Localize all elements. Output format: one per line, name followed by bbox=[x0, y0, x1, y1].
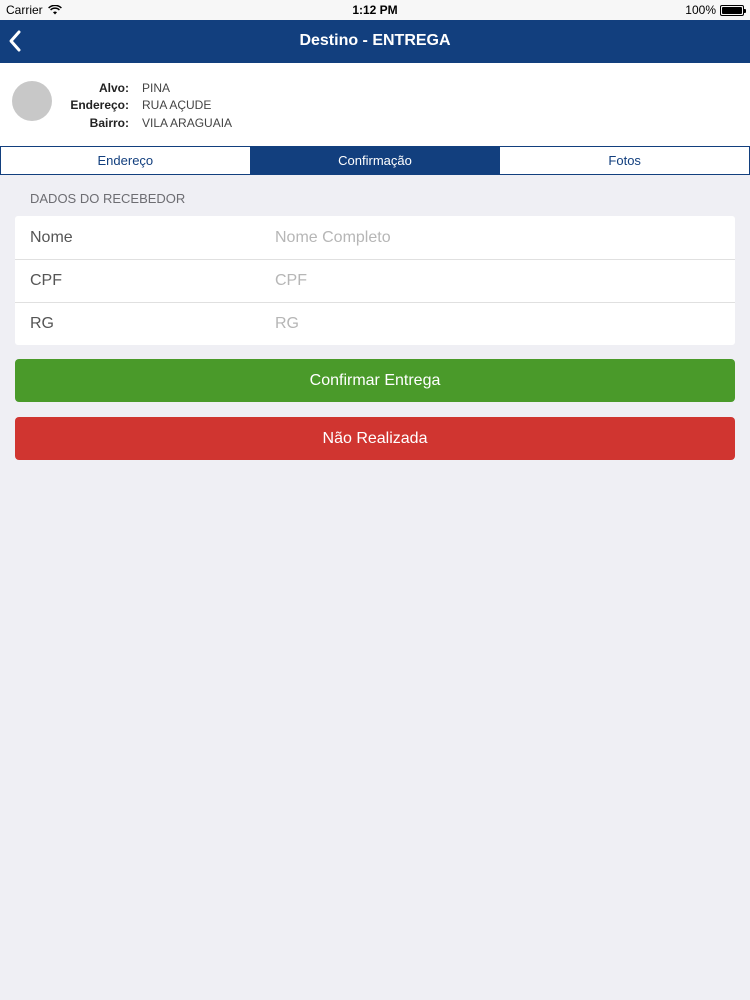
nome-label: Nome bbox=[30, 228, 73, 246]
endereco-label: Endereço: bbox=[70, 98, 129, 112]
confirm-delivery-button[interactable]: Confirmar Entrega bbox=[15, 359, 735, 402]
not-delivered-button[interactable]: Não Realizada bbox=[15, 417, 735, 460]
nome-input[interactable] bbox=[275, 228, 715, 247]
alvo-label: Alvo: bbox=[99, 81, 129, 95]
endereco-value: RUA AÇUDE bbox=[142, 98, 212, 112]
destination-info: Alvo: PINA Endereço: RUA AÇUDE Bairro: V… bbox=[0, 63, 750, 146]
battery-icon bbox=[720, 4, 746, 16]
battery-group: 100% bbox=[685, 3, 746, 17]
info-row-bairro: Bairro: VILA ARAGUAIA bbox=[0, 116, 232, 130]
cpf-input[interactable] bbox=[275, 272, 715, 290]
segmented-tabs: Endereço Confirmação Fotos bbox=[0, 146, 750, 175]
cpf-label: CPF bbox=[30, 272, 62, 289]
nav-bar: Destino - ENTREGA bbox=[0, 20, 750, 63]
page-title: Destino - ENTREGA bbox=[299, 32, 451, 49]
section-header: DADOS DO RECEBEDOR bbox=[30, 191, 186, 206]
rg-label: RG bbox=[30, 315, 54, 332]
receiver-form: Nome CPF RG bbox=[15, 216, 735, 345]
info-row-endereco: Endereço: RUA AÇUDE bbox=[0, 98, 211, 112]
battery-percentage: 100% bbox=[685, 3, 716, 17]
form-row-nome: Nome bbox=[15, 216, 735, 259]
form-row-cpf: CPF bbox=[15, 259, 735, 302]
alvo-value: PINA bbox=[142, 81, 171, 95]
battery-fill bbox=[722, 6, 742, 14]
info-row-alvo: Alvo: PINA bbox=[0, 81, 170, 95]
rg-input[interactable] bbox=[275, 315, 715, 333]
form-row-rg: RG bbox=[15, 302, 735, 345]
tab-confirmacao[interactable]: Confirmação bbox=[249, 147, 500, 174]
bairro-value: VILA ARAGUAIA bbox=[142, 116, 233, 130]
status-time: 1:12 PM bbox=[352, 3, 398, 17]
tab-endereco[interactable]: Endereço bbox=[1, 147, 250, 174]
bairro-label: Bairro: bbox=[89, 116, 129, 130]
tab-fotos[interactable]: Fotos bbox=[499, 147, 749, 174]
status-bar: Carrier 1:12 PM 100% bbox=[0, 0, 750, 20]
